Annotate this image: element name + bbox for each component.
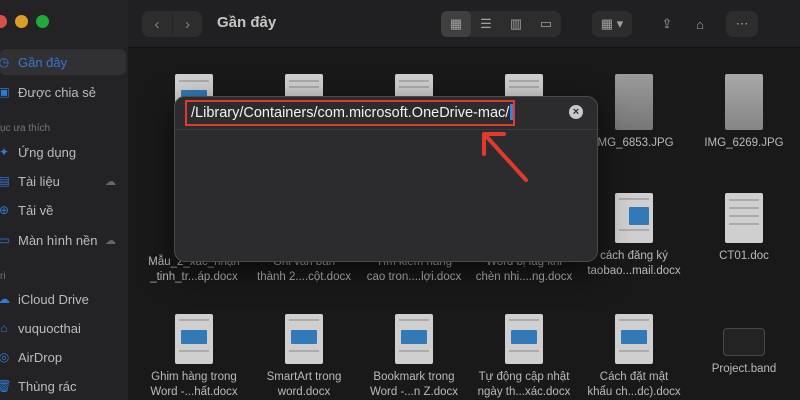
- finder-window: ◷ Gần đây ▣ Được chia sẻ ục ưa thích ✦ Ứ…: [0, 0, 800, 400]
- folder-path-input[interactable]: /Library/Containers/com.microsoft.OneDri…: [185, 100, 515, 126]
- text-cursor: [510, 104, 513, 120]
- red-arrow-annotation: [482, 132, 528, 182]
- close-icon: ×: [572, 106, 580, 118]
- clear-input-button[interactable]: ×: [569, 105, 583, 119]
- folder-path-text: /Library/Containers/com.microsoft.OneDri…: [191, 105, 510, 121]
